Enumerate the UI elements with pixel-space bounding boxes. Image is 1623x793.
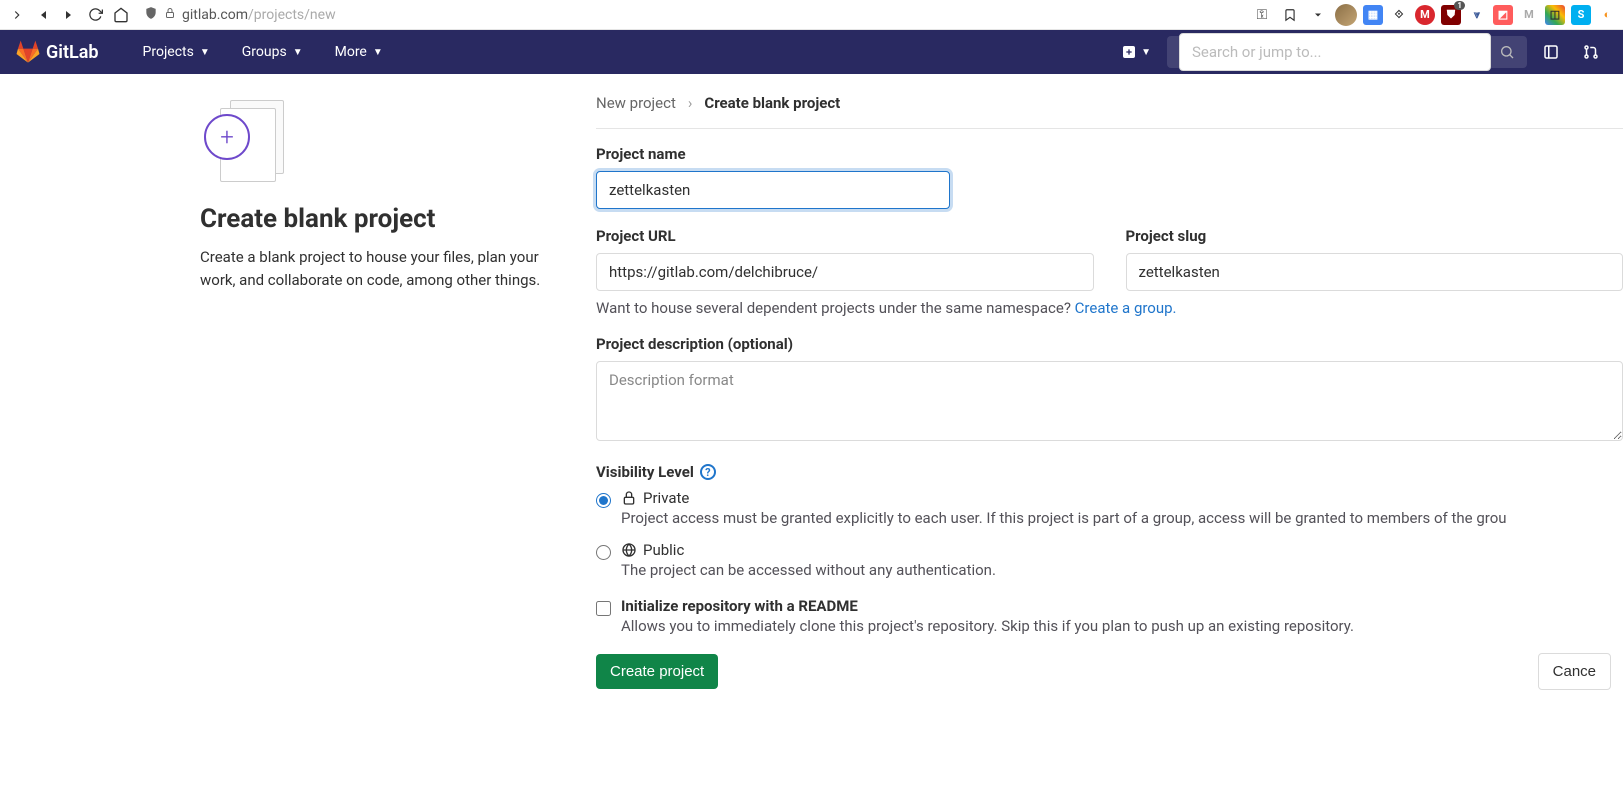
project-url-label: Project URL: [596, 227, 1094, 245]
create-project-button[interactable]: Create project: [596, 654, 718, 689]
profile-avatar[interactable]: [1335, 4, 1357, 26]
visibility-public-title: Public: [643, 541, 684, 559]
bookmark-icon[interactable]: [1279, 4, 1301, 26]
lock-icon: [164, 7, 176, 23]
create-group-link[interactable]: Create a group.: [1075, 299, 1177, 317]
visibility-private[interactable]: Private Project access must be granted e…: [596, 489, 1623, 527]
chevron-down-icon: ▼: [200, 47, 210, 58]
readme-option[interactable]: Initialize repository with a README Allo…: [596, 597, 1623, 635]
readme-label: Initialize repository with a README: [621, 597, 1623, 615]
extension-icon-skype[interactable]: S: [1571, 5, 1591, 25]
gitlab-header: GitLab Projects▼ Groups▼ More▼ ▼: [0, 30, 1623, 74]
page-title: Create blank project: [200, 204, 556, 234]
form-panel: New project › Create blank project Proje…: [596, 94, 1623, 690]
key-icon[interactable]: ⚿: [1251, 4, 1273, 26]
visibility-label: Visibility Level ?: [596, 463, 1623, 481]
nav-projects[interactable]: Projects▼: [127, 30, 226, 74]
visibility-public-desc: The project can be accessed without any …: [621, 561, 1623, 579]
extension-icon-4[interactable]: ◩: [1493, 5, 1513, 25]
project-name-input[interactable]: [596, 171, 950, 209]
namespace-help: Want to house several dependent projects…: [596, 299, 1623, 317]
extension-icon-ublock[interactable]: ⛊1: [1441, 5, 1461, 25]
rewind-button[interactable]: [32, 4, 54, 26]
plus-circle-icon: +: [204, 114, 250, 160]
new-menu[interactable]: ▼: [1113, 40, 1159, 64]
brand-text: GitLab: [46, 42, 99, 63]
extension-icon-1[interactable]: ▦: [1363, 5, 1383, 25]
gitlab-logo[interactable]: GitLab: [16, 40, 99, 64]
cancel-button[interactable]: Cance: [1538, 653, 1611, 690]
globe-icon: [621, 542, 637, 558]
project-url-value[interactable]: https://gitlab.com/delchibruce/: [596, 253, 1094, 291]
blank-project-illustration: +: [200, 94, 290, 184]
project-slug-input[interactable]: [1126, 253, 1623, 291]
project-name-label: Project name: [596, 145, 950, 163]
header-search[interactable]: [1167, 36, 1527, 68]
back-button[interactable]: [6, 4, 28, 26]
home-button[interactable]: [110, 4, 132, 26]
chevron-down-icon: ▼: [373, 47, 383, 58]
chevron-down-icon: ▼: [1141, 47, 1151, 58]
visibility-private-title: Private: [643, 489, 689, 507]
reload-button[interactable]: [84, 4, 106, 26]
gitlab-icon: [16, 40, 40, 64]
visibility-private-radio[interactable]: [596, 493, 611, 508]
extension-icon-2[interactable]: ⟐: [1389, 5, 1409, 25]
extension-icon-7[interactable]: ◐: [1597, 5, 1617, 25]
issues-icon[interactable]: [1535, 43, 1567, 61]
left-panel: + Create blank project Create a blank pr…: [0, 94, 596, 690]
extension-icon-3[interactable]: ⩔: [1467, 5, 1487, 25]
extension-icon-mega[interactable]: M: [1415, 5, 1435, 25]
plus-icon: [1121, 44, 1137, 60]
visibility-public[interactable]: Public The project can be accessed witho…: [596, 541, 1623, 579]
breadcrumb-current: Create blank project: [704, 94, 840, 112]
visibility-private-desc: Project access must be granted explicitl…: [621, 509, 1623, 527]
project-desc-input[interactable]: [596, 361, 1623, 441]
help-icon[interactable]: ?: [700, 464, 716, 480]
nav-groups[interactable]: Groups▼: [226, 30, 319, 74]
project-desc-label: Project description (optional): [596, 335, 1623, 353]
extension-icon-6[interactable]: ◫: [1545, 5, 1565, 25]
lock-icon: [621, 490, 637, 506]
browser-toolbar: gitlab.com/projects/new ⚿ ▦ ⟐ M ⛊1 ⩔ ◩ M…: [0, 0, 1623, 30]
header-nav: Projects▼ Groups▼ More▼: [127, 30, 399, 74]
page-description: Create a blank project to house your fil…: [200, 246, 556, 291]
bookmarks-menu-icon[interactable]: [1307, 4, 1329, 26]
search-input[interactable]: [1179, 33, 1491, 71]
visibility-public-radio[interactable]: [596, 545, 611, 560]
address-text: gitlab.com/projects/new: [182, 7, 336, 23]
nav-more[interactable]: More▼: [319, 30, 399, 74]
readme-checkbox[interactable]: [596, 601, 611, 616]
breadcrumb-root[interactable]: New project: [596, 94, 676, 112]
project-slug-label: Project slug: [1126, 227, 1623, 245]
extension-icon-5[interactable]: M: [1519, 5, 1539, 25]
ffwd-button[interactable]: [58, 4, 80, 26]
address-bar[interactable]: gitlab.com/projects/new: [136, 3, 1247, 27]
shield-icon: [144, 6, 158, 24]
breadcrumb-separator: ›: [688, 94, 693, 112]
chevron-down-icon: ▼: [293, 47, 303, 58]
main-content: + Create blank project Create a blank pr…: [0, 74, 1623, 730]
breadcrumb: New project › Create blank project: [596, 94, 1623, 112]
search-icon: [1499, 44, 1515, 60]
divider: [596, 128, 1623, 129]
merge-requests-icon[interactable]: [1575, 43, 1607, 61]
readme-desc: Allows you to immediately clone this pro…: [621, 617, 1623, 635]
